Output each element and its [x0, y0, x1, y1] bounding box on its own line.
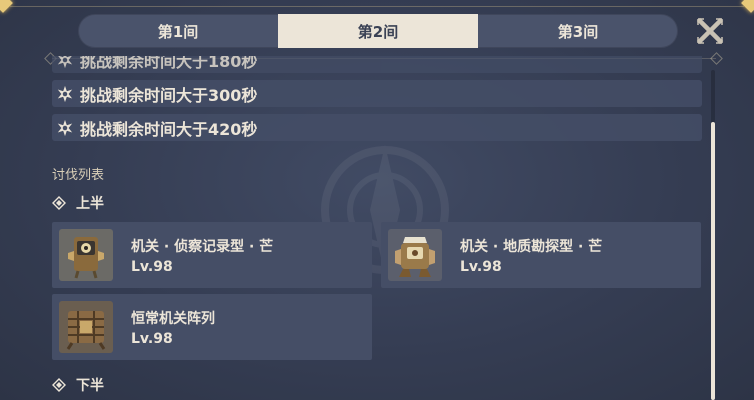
diamond-icon	[52, 378, 66, 392]
diamond-icon	[52, 196, 66, 210]
enemy-name: 机关 · 地质勘探型 · 芒	[460, 238, 603, 255]
close-icon	[696, 17, 724, 45]
condition-row: 挑战剩余时间大于180秒	[52, 56, 702, 73]
star-condition-icon	[57, 119, 73, 136]
tab-chamber-1[interactable]: 第1间	[78, 14, 278, 48]
reconnaissance-automaton-icon	[68, 237, 104, 279]
chamber-detail-panel[interactable]: 挑战剩余时间大于180秒 挑战剩余时间大于300秒 挑战剩余时间大于420秒 讨…	[52, 56, 702, 400]
first-half-header: 上半	[52, 193, 104, 213]
close-button[interactable]	[694, 15, 726, 47]
condition-label: 挑战剩余时间大于180秒	[80, 56, 258, 71]
enemy-portrait	[388, 229, 442, 281]
condition-row: 挑战剩余时间大于300秒	[52, 80, 702, 107]
divider-ornament	[710, 52, 723, 65]
enemy-level: Lv.98	[131, 330, 173, 347]
enemy-card[interactable]: 机关 · 侦察记录型 · 芒 Lv.98	[52, 222, 372, 288]
scrollbar-thumb[interactable]	[711, 122, 715, 400]
condition-label: 挑战剩余时间大于420秒	[80, 119, 258, 139]
enemy-card[interactable]: 恒常机关阵列 Lv.98	[52, 294, 372, 360]
enemy-level: Lv.98	[460, 258, 502, 275]
perpetual-mechanical-array-icon	[66, 311, 106, 350]
geological-survey-automaton-icon	[395, 237, 435, 277]
enemy-portrait	[59, 301, 113, 353]
enemy-level: Lv.98	[131, 258, 173, 275]
second-half-header: 下半	[52, 375, 104, 395]
first-half-label: 上半	[76, 196, 104, 212]
enemy-portrait	[59, 229, 113, 281]
enemy-name: 恒常机关阵列	[131, 310, 215, 327]
tab-chamber-2[interactable]: 第2间	[278, 14, 478, 48]
star-condition-icon	[57, 85, 73, 102]
tab-chamber-3[interactable]: 第3间	[478, 14, 678, 48]
second-half-label: 下半	[76, 378, 104, 394]
frame-border	[10, 6, 744, 7]
enemy-list-title: 讨伐列表	[52, 168, 105, 183]
condition-row: 挑战剩余时间大于420秒	[52, 114, 702, 141]
star-condition-icon	[57, 56, 73, 68]
condition-label: 挑战剩余时间大于300秒	[80, 85, 258, 105]
enemy-name: 机关 · 侦察记录型 · 芒	[131, 238, 274, 255]
chamber-tabs: 第1间 第2间 第3间	[78, 14, 678, 48]
enemy-card[interactable]: 机关 · 地质勘探型 · 芒 Lv.98	[381, 222, 701, 288]
